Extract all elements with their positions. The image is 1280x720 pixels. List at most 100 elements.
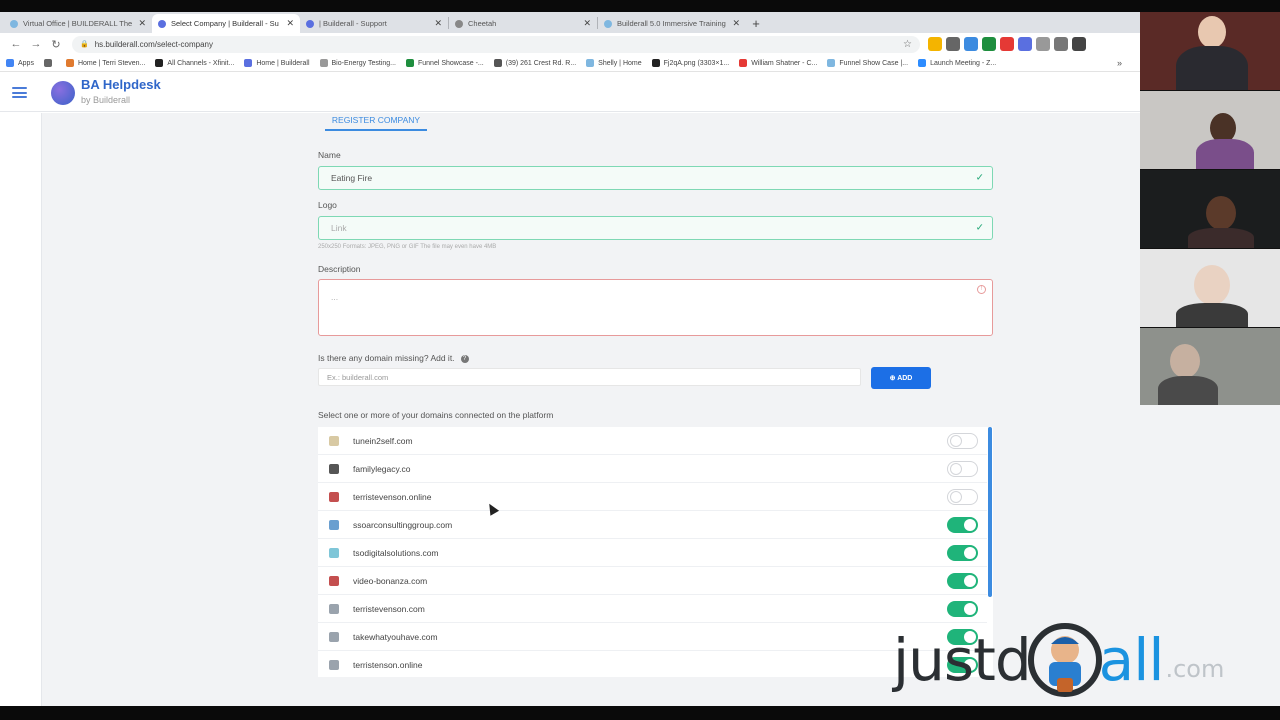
bookmark-item[interactable]: Funnel Show Case |... (827, 59, 908, 67)
bookmark-item[interactable]: (39) 261 Crest Rd. R... (493, 59, 577, 67)
bookmark-item[interactable]: Funnel Showcase -... (405, 59, 484, 67)
extension-icon[interactable] (982, 37, 996, 51)
description-value: ... (331, 292, 339, 302)
help-icon[interactable]: ? (460, 354, 469, 363)
menu-icon[interactable] (12, 87, 27, 98)
forward-icon[interactable]: → (26, 34, 46, 54)
domain-toggle[interactable] (947, 489, 978, 505)
browser-tab[interactable]: Virtual Office | BUILDERALL The ✕ (4, 14, 152, 33)
browser-window: Virtual Office | BUILDERALL The ✕ Select C… (0, 12, 1140, 706)
bookmark-label: Launch Meeting - Z... (930, 59, 997, 67)
reload-icon[interactable]: ↻ (46, 34, 66, 54)
browser-tab[interactable]: Builderall 5.0 Immersive Training ✕ (598, 14, 746, 33)
bookmark-favicon-icon (586, 59, 595, 67)
description-textarea[interactable]: ... ! (318, 279, 993, 336)
toggle-knob (950, 463, 962, 475)
extension-icon[interactable] (946, 37, 960, 51)
bookmark-item[interactable] (43, 59, 56, 67)
logo-placeholder: Link (331, 223, 347, 233)
address-toolbar: ← → ↻ 🔒 hs.builderall.com/select-company… (0, 33, 1140, 55)
extension-icon[interactable] (928, 37, 942, 51)
domain-name: terristevenson.com (353, 603, 425, 614)
toggle-knob (964, 519, 976, 531)
domain-toggle[interactable] (947, 573, 978, 589)
domain-toggle[interactable] (947, 433, 978, 449)
domain-favicon-icon (329, 575, 339, 586)
tab-close-icon[interactable]: ✕ (286, 18, 294, 29)
app-header: BA Helpdesk by Builderall (0, 73, 1140, 112)
bookmark-item[interactable]: Home | Terri Steven... (65, 59, 145, 67)
tab-label: | Builderall - Support (319, 19, 387, 28)
bookmark-item[interactable]: Bio-Energy Testing... (319, 59, 396, 67)
tab-close-icon[interactable]: ✕ (732, 18, 740, 29)
toggle-knob (964, 547, 976, 559)
extension-icon[interactable] (1072, 37, 1086, 51)
check-icon: ✓ (975, 222, 984, 234)
extension-icon[interactable] (1018, 37, 1032, 51)
extensions-row (928, 37, 1086, 51)
bookmark-item[interactable]: Fj2qA.png (3303×1... (651, 59, 730, 67)
bookmark-label: (39) 261 Crest Rd. R... (505, 59, 577, 67)
extension-icon[interactable] (964, 37, 978, 51)
bookmark-label: Funnel Show Case |... (839, 59, 909, 67)
bookmark-label: Shelly | Home (598, 59, 642, 67)
toggle-knob (964, 575, 976, 587)
domain-toggle[interactable] (947, 545, 978, 561)
extension-icon[interactable] (1000, 37, 1014, 51)
tab-register-company[interactable]: REGISTER COMPANY (325, 114, 427, 131)
tab-label: Cheetah (468, 19, 497, 28)
domain-favicon-icon (329, 491, 339, 502)
domain-toggle[interactable] (947, 601, 978, 617)
bookmark-item[interactable]: Shelly | Home (586, 59, 642, 67)
bookmark-item[interactable]: Home | Builderall (244, 59, 310, 67)
name-label: Name (318, 150, 341, 160)
tab-close-icon[interactable]: ✕ (138, 18, 146, 29)
browser-tab[interactable]: Cheetah ✕ (449, 14, 597, 33)
list-scrollbar[interactable] (988, 427, 992, 597)
more-bookmarks-icon[interactable]: » (1117, 58, 1122, 68)
bookmark-item[interactable]: Apps (6, 59, 34, 67)
domain-favicon-icon (329, 435, 339, 446)
bookmark-star-icon[interactable]: ☆ (903, 39, 912, 50)
browser-tab[interactable]: Select Company | Builderall - Su ✕ (152, 14, 300, 33)
lock-icon: 🔒 (80, 41, 89, 48)
tab-close-icon[interactable]: ✕ (583, 18, 591, 29)
bookmark-label: Fj2qA.png (3303×1... (663, 59, 730, 67)
domain-favicon-icon (329, 547, 339, 558)
new-tab-icon[interactable]: + (746, 14, 766, 33)
logo-link-field[interactable]: Link ✓ (318, 216, 993, 240)
domain-favicon-icon (329, 603, 339, 614)
domain-input[interactable]: Ex.: builderall.com (318, 368, 861, 386)
extension-icon[interactable] (1054, 37, 1068, 51)
domain-toggle[interactable] (947, 461, 978, 477)
browser-tab[interactable]: | Builderall - Support ✕ (300, 14, 448, 33)
mascot-icon (1027, 623, 1102, 697)
name-value: Eating Fire (331, 173, 373, 183)
bookmark-item[interactable]: Launch Meeting - Z... (918, 59, 996, 67)
domain-question-text: Is there any domain missing? Add it. (318, 353, 455, 363)
bookmark-favicon-icon (918, 59, 927, 67)
extension-icon[interactable] (1036, 37, 1050, 51)
bookmark-favicon-icon (405, 59, 414, 67)
bookmark-label: All Channels - Xfinit... (167, 59, 235, 67)
back-icon[interactable]: ← (6, 34, 26, 54)
error-icon: ! (977, 285, 986, 294)
name-field[interactable]: Eating Fire ✓ (318, 166, 993, 190)
bookmark-label: Apps (18, 59, 34, 67)
video-tile-2 (1140, 91, 1280, 169)
tab-label: Virtual Office | BUILDERALL The (23, 19, 133, 28)
watermark-part-2: all (1098, 626, 1165, 694)
domain-row: terristenson.online (318, 651, 987, 677)
bookmark-favicon-icon (651, 59, 660, 67)
address-bar[interactable]: 🔒 hs.builderall.com/select-company ☆ (72, 35, 920, 53)
tab-favicon-icon (306, 19, 314, 28)
bookmark-favicon-icon (827, 59, 836, 67)
add-domain-button[interactable]: ⊕ ADD (871, 367, 931, 389)
bookmark-item[interactable]: All Channels - Xfinit... (155, 59, 234, 67)
logo-hint: 250x250 Formats: JPEG, PNG or GIF The fi… (318, 244, 497, 250)
bookmark-item[interactable]: William Shatner - C... (739, 59, 817, 67)
tab-close-icon[interactable]: ✕ (434, 18, 442, 29)
tab-label: Select Company | Builderall - Su (171, 19, 279, 28)
top-letterbox (0, 0, 1280, 12)
domain-toggle[interactable] (947, 517, 978, 533)
